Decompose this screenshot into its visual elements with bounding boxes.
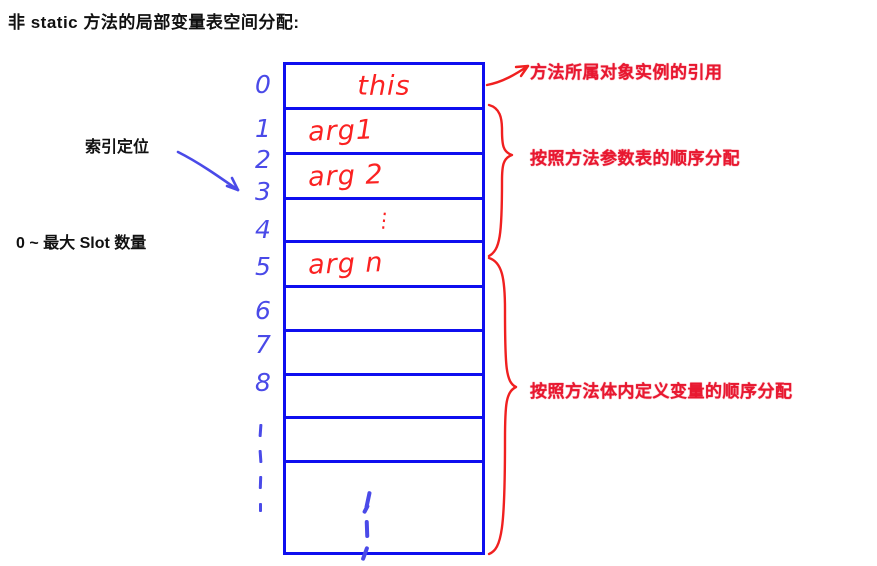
annotation-local-variable-order: 按照方法体内定义变量的顺序分配 xyxy=(530,382,793,401)
slot-index: 6 xyxy=(255,296,271,325)
slot-row: arg n xyxy=(286,243,482,288)
slot-row xyxy=(286,288,482,332)
slot-row xyxy=(286,419,482,463)
ellipsis-dash-icon xyxy=(364,519,370,539)
slot-value: arg n xyxy=(307,247,385,281)
local-variable-slot-table: this arg1 arg 2 ⋮ arg n xyxy=(283,62,485,562)
slot-row: ⋮ xyxy=(286,200,482,243)
slot-index: 0 xyxy=(255,70,271,99)
slot-index: 7 xyxy=(255,330,271,359)
page-title: 非 static 方法的局部变量表空间分配: xyxy=(8,13,300,32)
slot-row: arg 2 xyxy=(286,155,482,200)
slot-value: arg 2 xyxy=(307,159,385,193)
ellipsis-dash-icon xyxy=(360,545,370,562)
slot-index: 2 xyxy=(255,145,271,174)
slot-row xyxy=(286,376,482,419)
slot-value: this xyxy=(357,70,411,102)
slot-range-label: 0 ~ 最大 Slot 数量 xyxy=(16,235,147,252)
slot-index: 5 xyxy=(255,252,271,281)
slot-index: 4 xyxy=(255,215,271,244)
slot-row-overflow xyxy=(286,463,482,562)
slot-index: 1 xyxy=(255,114,271,143)
index-ellipsis-dash-icon xyxy=(259,503,262,512)
slot-row: arg1 xyxy=(286,110,482,155)
index-ellipsis-dash-icon xyxy=(258,475,263,490)
annotation-this-reference: 方法所属对象实例的引用 xyxy=(530,63,723,82)
locals-brace-icon xyxy=(487,256,518,556)
index-ellipsis-dash-icon xyxy=(258,423,263,438)
this-reference-arrow-icon xyxy=(485,64,530,87)
index-ellipsis-dash-icon xyxy=(258,449,263,464)
parameters-brace-icon xyxy=(487,103,514,258)
index-locate-label: 索引定位 xyxy=(85,139,150,156)
slot-row: this xyxy=(286,65,482,110)
index-locate-arrow-icon xyxy=(176,150,240,192)
slot-value: arg1 xyxy=(307,114,375,148)
slot-value: ⋮ xyxy=(372,207,396,233)
slot-row xyxy=(286,332,482,376)
slot-index: 3 xyxy=(255,177,271,206)
slot-index: 8 xyxy=(255,368,271,397)
annotation-parameter-order: 按照方法参数表的顺序分配 xyxy=(530,149,740,168)
